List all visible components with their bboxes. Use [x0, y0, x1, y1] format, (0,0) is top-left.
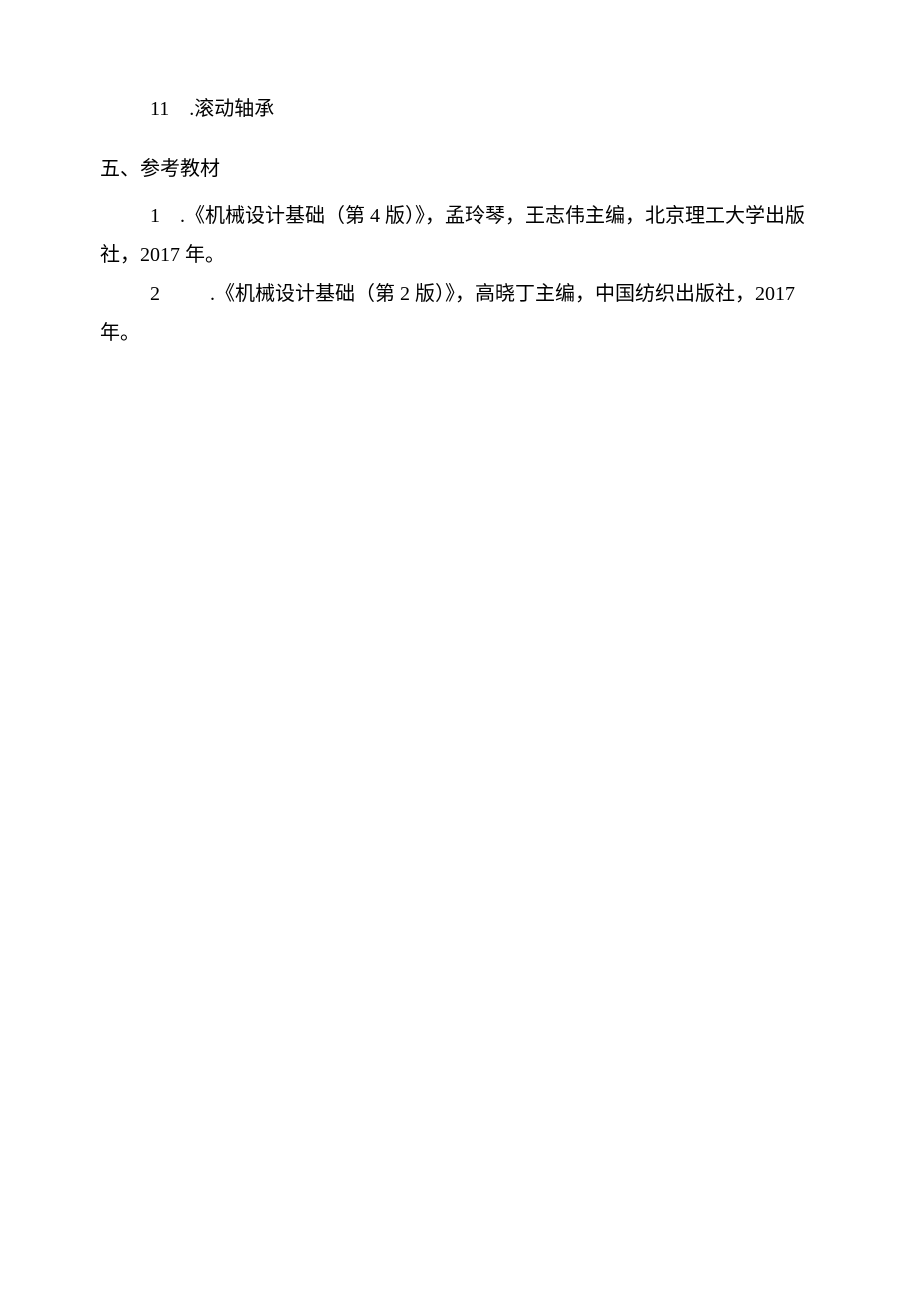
- reference-text-line2: 年。: [100, 322, 140, 344]
- section-header: 五、参考教材: [100, 150, 820, 188]
- list-item-11: 11 .滚动轴承: [100, 90, 820, 128]
- reference-item-2-continuation: 年。: [100, 314, 820, 352]
- reference-text-line2: 社，2017 年。: [100, 244, 225, 266]
- section-number: 五、: [100, 158, 140, 180]
- reference-text-line1: .《机械设计基础（第 2 版）》，高晓丁主编，中国纺织出版社，2017: [210, 283, 795, 305]
- reference-item-1-continuation: 社，2017 年。: [100, 236, 820, 274]
- list-item-text: .滚动轴承: [189, 98, 274, 120]
- reference-text-line1: .《机械设计基础（第 4 版）》，孟玲琴，王志伟主编，北京理工大学出版: [180, 205, 805, 227]
- reference-number: 2: [150, 283, 160, 305]
- reference-item-2: 2 .《机械设计基础（第 2 版）》，高晓丁主编，中国纺织出版社，2017: [100, 274, 820, 314]
- section-title: 参考教材: [140, 158, 220, 180]
- list-item-number: 11: [150, 98, 169, 120]
- reference-number: 1: [150, 205, 160, 227]
- reference-item-1: 1 .《机械设计基础（第 4 版）》，孟玲琴，王志伟主编，北京理工大学出版: [100, 196, 820, 236]
